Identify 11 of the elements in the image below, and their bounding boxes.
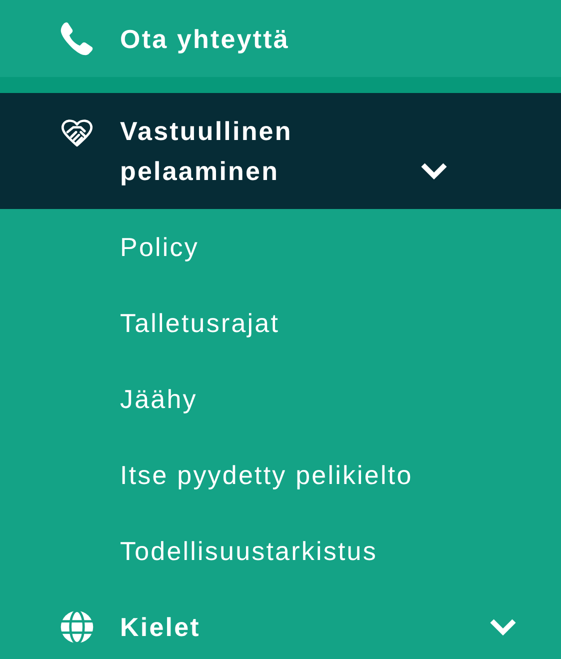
chevron-down-icon[interactable] bbox=[420, 162, 448, 180]
menu-label: Ota yhteyttä bbox=[120, 22, 290, 56]
submenu-link[interactable]: Policy bbox=[0, 209, 561, 285]
submenu-link[interactable]: Itse pyydetty pelikielto bbox=[0, 437, 561, 513]
submenu-link[interactable]: Jäähy bbox=[0, 361, 561, 437]
submenu-link[interactable]: Talletusrajat bbox=[0, 285, 561, 361]
menu-label: Kielet bbox=[120, 611, 202, 644]
menu-label: Vastuullinen pelaaminen bbox=[120, 115, 294, 188]
menu-item[interactable]: Vastuullinen pelaaminen bbox=[0, 93, 561, 209]
globe-icon bbox=[58, 608, 96, 646]
submenu-link[interactable]: Todellisuustarkistus bbox=[0, 513, 561, 589]
